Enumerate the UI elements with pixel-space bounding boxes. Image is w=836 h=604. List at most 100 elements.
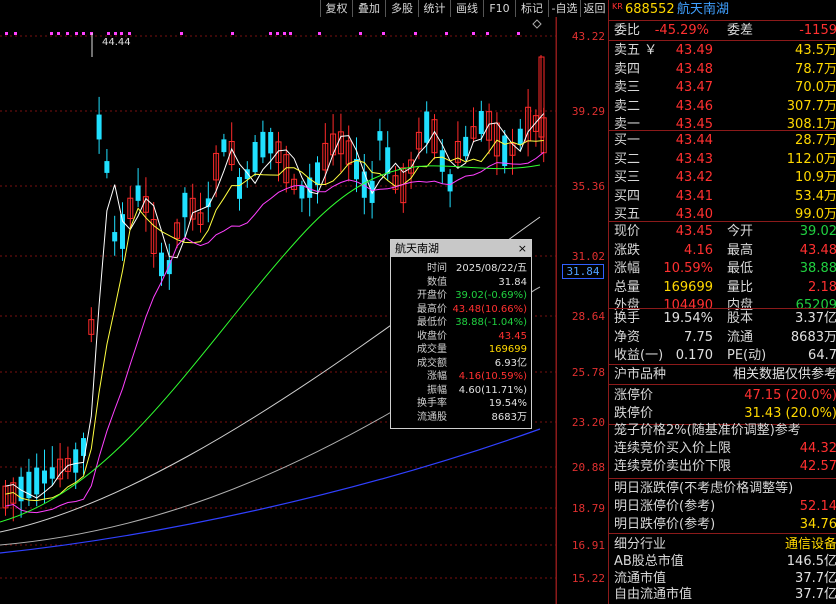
stat-row: 换手 19.54% 股本 3.37亿 xyxy=(609,309,836,328)
candle-body xyxy=(49,467,55,479)
axis-tick-label: 15.22 xyxy=(571,572,605,585)
info-value: 39.02(-0.69%) xyxy=(455,290,527,301)
info-row: 时间 2025/08/22/五 xyxy=(391,262,531,275)
auction-buy-row: 连续竞价买入价上限 44.32 xyxy=(609,439,836,458)
stock-header: KR 688552 航天南湖 xyxy=(609,0,836,19)
ask-label: 卖二 xyxy=(614,98,641,114)
info-key: 最高价 xyxy=(417,303,447,315)
stat-row: 净资 7.75 流通 8683万 xyxy=(609,328,836,347)
event-marker xyxy=(128,32,131,35)
stat-label: 流通 xyxy=(727,329,754,345)
event-marker xyxy=(414,32,417,35)
info-row: 收盘价 43.45 xyxy=(391,330,531,343)
stat-value: 64.7 xyxy=(808,348,836,364)
quote-panel: KR 688552 航天南湖 委比 -45.29% 委差 -1159 卖五 ￥ 43.49 43.… xyxy=(608,0,836,604)
event-marker xyxy=(66,32,69,35)
stat-value: 43.48 xyxy=(799,242,836,258)
limit-up-row: 涨停价 47.15 (20.0%) xyxy=(609,386,836,405)
free-cap-label: 自由流通市值 xyxy=(614,587,693,602)
auction-buy-label: 连续竞价买入价上限 xyxy=(614,441,732,456)
stat-label: 换手 xyxy=(614,311,641,326)
candle-body xyxy=(315,162,320,186)
info-key: 换手率 xyxy=(417,398,447,409)
tomorrow-up-label: 明日涨停价(参考) xyxy=(614,499,716,514)
ask-label: 卖四 xyxy=(614,61,641,77)
close-icon[interactable]: × xyxy=(518,240,527,257)
axis-tick-label: 35.36 xyxy=(571,180,605,193)
tomorrow-note-row: 明日涨跌停(不考虑价格调整等) xyxy=(609,479,836,498)
limit-up-label: 涨停价 xyxy=(614,388,654,403)
stock-code: 688552 xyxy=(625,2,675,17)
candle-info-window[interactable]: 航天南湖 × 时间 2025/08/22/五 数值 31.84 开盘价 39.02(-0.… xyxy=(390,239,532,429)
free-cap-row: 自由流通市值 37.7亿 xyxy=(609,585,836,604)
toolbar-button-2[interactable]: 多股 xyxy=(385,0,418,17)
tomorrow-note: 明日涨跌停(不考虑价格调整等) xyxy=(614,481,794,496)
bid-label: 买四 xyxy=(614,188,641,204)
info-value: 4.60(11.71%) xyxy=(458,384,527,396)
event-marker xyxy=(107,32,110,35)
candle-body xyxy=(502,135,508,167)
stat-value: 19.54% xyxy=(663,311,713,326)
toolbar-button-6[interactable]: 标记 xyxy=(515,0,548,17)
event-marker xyxy=(283,32,286,35)
info-row: 数值 31.84 xyxy=(391,276,531,289)
info-row: 开盘价 39.02(-0.69%) xyxy=(391,289,531,302)
tomorrow-down-label: 明日跌停价(参考) xyxy=(614,517,716,532)
axis-tick-label: 18.79 xyxy=(571,502,605,515)
axis-tick-label: 39.29 xyxy=(571,105,605,118)
bid-volume: 28.7万 xyxy=(795,133,836,148)
candle-body xyxy=(260,131,266,158)
candle-body xyxy=(268,132,274,154)
auction-sell-label: 连续竞价卖出价下限 xyxy=(614,459,732,474)
ask-price: 43.49 xyxy=(675,43,713,58)
info-value: 19.54% xyxy=(488,398,527,409)
market-tag: KR xyxy=(612,2,623,11)
event-marker xyxy=(50,32,53,35)
info-value: 169699 xyxy=(488,344,527,355)
toolbar-button-8[interactable]: 返回 xyxy=(580,0,608,17)
ask-label: 卖三 xyxy=(614,80,641,96)
info-key: 流通股 xyxy=(417,411,447,423)
candle-body xyxy=(96,114,102,140)
info-key: 开盘价 xyxy=(417,290,447,301)
market-kind: 沪市品种 xyxy=(614,367,667,382)
stat-row: 涨跌 4.16 最高 43.48 xyxy=(609,241,836,260)
candle-body xyxy=(517,128,523,145)
stat-label: 最高 xyxy=(727,242,754,258)
free-cap-value: 37.7亿 xyxy=(795,587,836,602)
info-value: 4.16(10.59%) xyxy=(458,371,527,382)
bid-label: 买一 xyxy=(614,133,641,148)
toolbar-button-5[interactable]: F10 xyxy=(483,0,515,17)
toolbar-button-4[interactable]: 画线 xyxy=(450,0,483,17)
stat-label: 总量 xyxy=(614,279,641,295)
toolbar-button-7[interactable]: -自选 xyxy=(548,0,580,17)
ask-row: 卖二 43.46 307.7万 xyxy=(609,97,836,116)
toolbar-button-1[interactable]: 叠加 xyxy=(352,0,385,17)
market-kind-row: 沪市品种 相关数据仅供参考 xyxy=(609,365,836,384)
candle-body xyxy=(439,150,445,172)
ask-price: 43.47 xyxy=(675,80,713,96)
bid-label: 买三 xyxy=(614,170,641,186)
info-key: 成交量 xyxy=(417,344,447,355)
stat-value: 3.37亿 xyxy=(795,311,836,326)
bid-price: 43.42 xyxy=(675,170,713,186)
stat-value: 0.170 xyxy=(675,348,713,364)
info-key: 涨幅 xyxy=(427,371,447,382)
toolbar-button-0[interactable]: 复权 xyxy=(320,0,352,17)
ask-volume: 43.5万 xyxy=(795,43,836,58)
toolbar-button-3[interactable]: 统计 xyxy=(418,0,450,17)
candle-body xyxy=(159,252,164,277)
ask-volume: 307.7万 xyxy=(786,98,836,114)
auction-buy-value: 44.32 xyxy=(799,441,836,456)
tomorrow-down-row: 明日跌停价(参考) 34.76 xyxy=(609,515,836,534)
info-value: 31.84 xyxy=(498,276,527,288)
candle-body xyxy=(112,232,118,242)
stat-label: 净资 xyxy=(614,329,641,345)
bid-volume: 112.0万 xyxy=(786,151,836,167)
cage-note: 笼子价格2%(随基准价调整)参考 xyxy=(614,423,801,438)
candle-body xyxy=(104,161,110,173)
weicha-label: 委差 xyxy=(727,23,754,38)
info-value: 43.45 xyxy=(498,330,527,342)
event-marker xyxy=(445,32,448,35)
info-row: 成交额 6.93亿 xyxy=(391,357,531,370)
